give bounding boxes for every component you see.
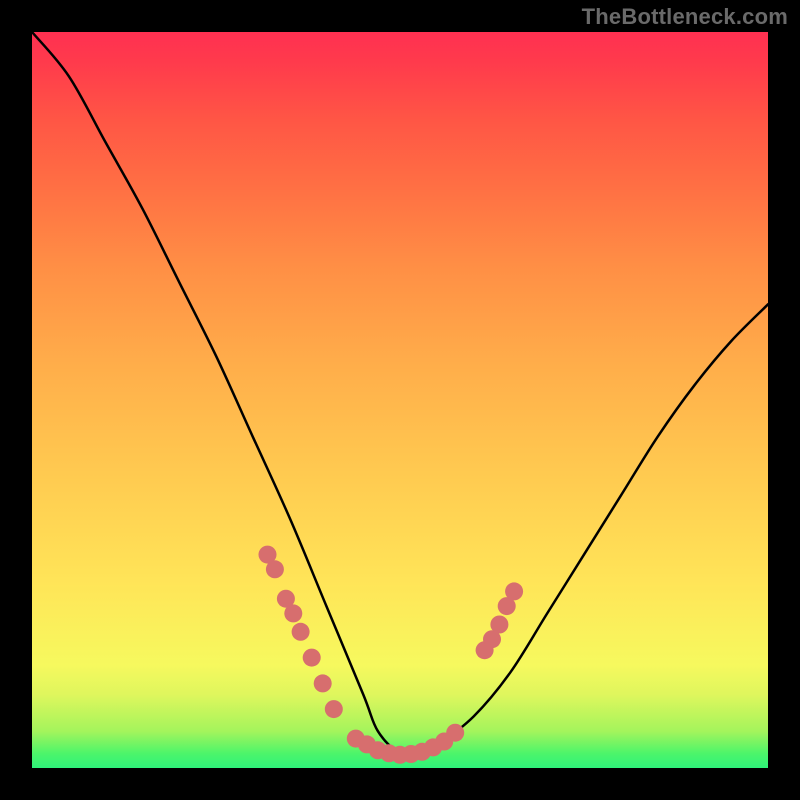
data-marker [490, 616, 508, 634]
data-marker [505, 582, 523, 600]
watermark-text: TheBottleneck.com [582, 4, 788, 30]
data-marker [446, 724, 464, 742]
data-marker [314, 674, 332, 692]
data-marker [303, 649, 321, 667]
data-marker [284, 604, 302, 622]
data-marker [292, 623, 310, 641]
data-marker [325, 700, 343, 718]
chart-frame: TheBottleneck.com [0, 0, 800, 800]
marker-group [259, 546, 524, 764]
plot-area [32, 32, 768, 768]
marker-layer [32, 32, 768, 768]
data-marker [266, 560, 284, 578]
